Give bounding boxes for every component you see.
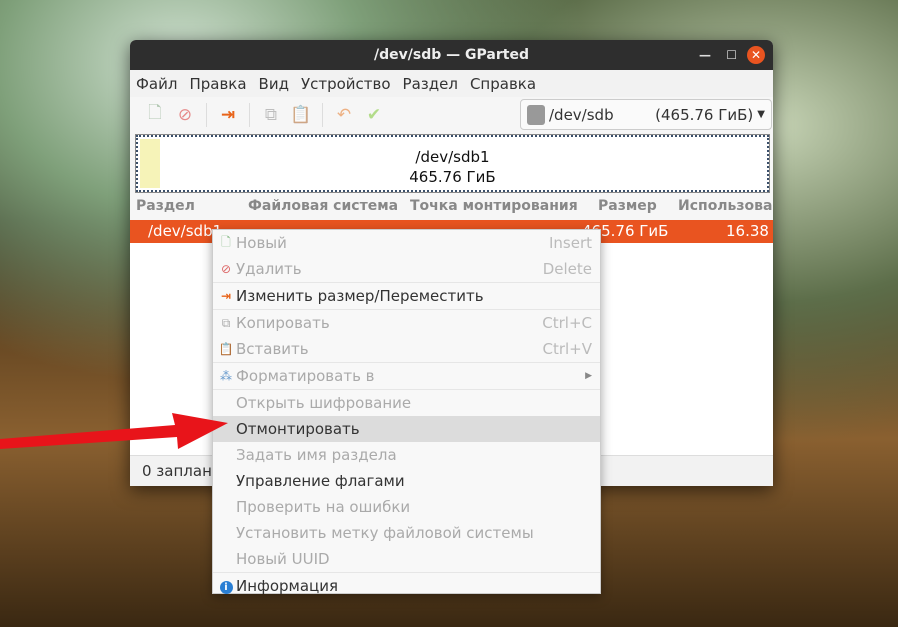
- menu-view[interactable]: Вид: [259, 75, 289, 93]
- menubar: Файл Правка Вид Устройство Раздел Справк…: [130, 70, 773, 97]
- col-partition[interactable]: Раздел: [130, 198, 242, 220]
- menu-edit[interactable]: Правка: [189, 75, 246, 93]
- maximize-button[interactable]: ☐: [726, 40, 737, 70]
- menu-item-manage-flags[interactable]: Управление флагами: [213, 468, 600, 494]
- menu-item-delete[interactable]: ⊘ Удалить Delete: [213, 256, 600, 282]
- col-filesystem[interactable]: Файловая система: [242, 198, 404, 220]
- menu-item-resize[interactable]: ⇥ Изменить размер/Переместить: [213, 283, 600, 309]
- menu-item-open-encryption[interactable]: Открыть шифрование: [213, 390, 600, 416]
- new-partition-button[interactable]: 🗋: [140, 102, 170, 128]
- menu-item-check[interactable]: Проверить на ошибки: [213, 494, 600, 520]
- toolbar: 🗋 ⊘ ⇥ ⧉ 📋 ↶ ✔ /dev/sdb (465.76 ГиБ) ▼: [130, 97, 773, 132]
- menu-item-new[interactable]: 🗋 Новый Insert: [213, 230, 600, 256]
- paste-icon: 📋: [290, 104, 312, 125]
- resize-icon: ⇥: [220, 104, 236, 125]
- menu-help[interactable]: Справка: [470, 75, 536, 93]
- new-icon: 🗋: [148, 103, 162, 123]
- chevron-down-icon: ▼: [757, 109, 765, 120]
- delete-icon: ⊘: [220, 262, 232, 276]
- resize-icon: ⇥: [220, 289, 232, 303]
- menu-item-information[interactable]: i Информация: [213, 573, 600, 599]
- device-size: (465.76 ГиБ): [655, 105, 754, 124]
- menu-file[interactable]: Файл: [136, 75, 177, 93]
- context-menu: 🗋 Новый Insert ⊘ Удалить Delete ⇥ Изменить ра…: [212, 229, 601, 595]
- title-bar: /dev/sdb — GParted — ☐ ✕: [130, 40, 773, 70]
- window-title: /dev/sdb — GParted: [374, 47, 529, 63]
- device-selector[interactable]: /dev/sdb (465.76 ГиБ) ▼: [520, 99, 772, 130]
- graph-partition-name: /dev/sdb1: [415, 148, 490, 166]
- copy-icon: ⧉: [264, 104, 278, 125]
- undo-icon: ↶: [336, 104, 352, 125]
- info-icon: i: [217, 579, 235, 594]
- copy-button[interactable]: ⧉: [256, 102, 286, 128]
- col-used[interactable]: Использова: [672, 198, 772, 220]
- menu-item-set-label[interactable]: Установить метку файловой системы: [213, 520, 600, 546]
- menu-item-copy[interactable]: ⧉ Копировать Ctrl+C: [213, 310, 600, 336]
- col-size[interactable]: Размер: [592, 198, 672, 220]
- menu-item-new-uuid[interactable]: Новый UUID: [213, 546, 600, 572]
- submenu-arrow-icon: ▶: [585, 371, 592, 381]
- col-mountpoint[interactable]: Точка монтирования: [404, 198, 592, 220]
- copy-icon: ⧉: [221, 315, 231, 330]
- menu-item-unmount[interactable]: Отмонтировать: [213, 416, 600, 442]
- format-icon: ⁂: [220, 369, 232, 383]
- menu-partition[interactable]: Раздел: [403, 75, 458, 93]
- menu-item-paste[interactable]: 📋 Вставить Ctrl+V: [213, 336, 600, 362]
- device-name: /dev/sdb: [549, 105, 614, 124]
- delete-button[interactable]: ⊘: [170, 102, 200, 128]
- resize-button[interactable]: ⇥: [213, 102, 243, 128]
- graph-partition-size: 465.76 ГиБ: [409, 168, 496, 186]
- table-header: Раздел Файловая система Точка монтирован…: [130, 198, 773, 220]
- menu-item-set-name[interactable]: Задать имя раздела: [213, 442, 600, 468]
- paste-icon: 📋: [218, 342, 234, 356]
- red-arrow-annotation: [0, 413, 228, 449]
- apply-icon: ✔: [366, 104, 382, 125]
- close-button[interactable]: ✕: [747, 46, 765, 64]
- delete-icon: ⊘: [177, 104, 193, 125]
- new-icon: 🗋: [221, 234, 231, 249]
- paste-button[interactable]: 📋: [286, 102, 316, 128]
- disk-icon: [527, 104, 545, 125]
- minimize-button[interactable]: —: [699, 40, 711, 70]
- menu-item-format[interactable]: ⁂ Форматировать в ▶: [213, 363, 600, 389]
- row-used: 16.38 ГиБ: [726, 222, 773, 240]
- partition-graph[interactable]: /dev/sdb1 465.76 ГиБ: [135, 134, 770, 193]
- undo-button[interactable]: ↶: [329, 102, 359, 128]
- menu-device[interactable]: Устройство: [301, 75, 391, 93]
- apply-button[interactable]: ✔: [359, 102, 389, 128]
